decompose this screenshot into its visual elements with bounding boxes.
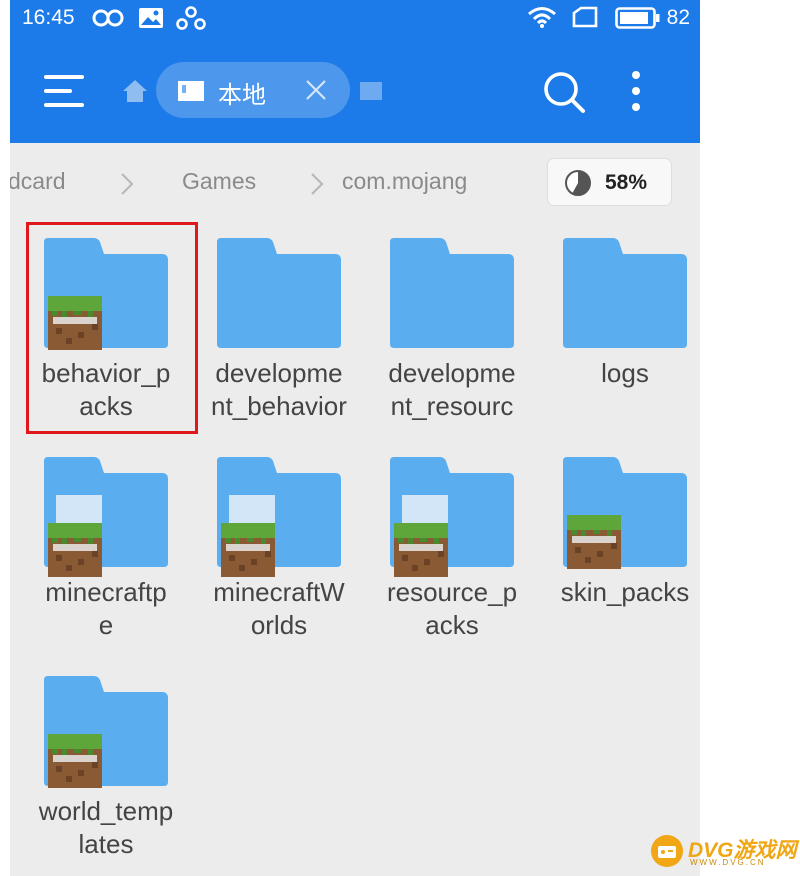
breadcrumb-games[interactable]: Games: [182, 168, 256, 195]
minecraft-grass-block-icon: [567, 515, 621, 569]
storage-usage-badge[interactable]: 58%: [547, 158, 672, 206]
folder-item[interactable]: skin_packs: [539, 457, 700, 657]
status-bar: 16:45 82: [10, 0, 700, 36]
tab-local[interactable]: 本地: [156, 62, 350, 118]
breadcrumb-sdcard[interactable]: dcard: [10, 168, 66, 195]
folder-item[interactable]: resource_p acks: [366, 457, 538, 657]
search-icon[interactable]: [542, 70, 586, 114]
breadcrumb-com-mojang[interactable]: com.mojang: [342, 168, 467, 195]
battery-icon: [615, 7, 660, 29]
selection-highlight-box: [26, 222, 198, 434]
next-tab-sd-icon[interactable]: [358, 80, 384, 102]
folder-name: developme nt_resourc: [388, 358, 516, 421]
folder-item[interactable]: world_temp lates: [20, 676, 192, 876]
folder-item[interactable]: logs: [539, 238, 700, 438]
minecraft-grass-block-icon: [221, 523, 275, 577]
folder-item[interactable]: minecraftW orlds: [193, 457, 365, 657]
watermark: DVG游戏网 WWW.DVG.CN: [646, 830, 800, 872]
folder-name: minecraftp e: [45, 577, 167, 640]
watermark-logo-icon: [651, 835, 683, 867]
folder-icon: [217, 238, 341, 348]
folder-name: logs: [601, 358, 649, 388]
more-options-icon[interactable]: [626, 70, 646, 114]
folder-name: resource_p acks: [386, 577, 518, 640]
hamburger-menu-icon[interactable]: [44, 72, 84, 110]
folder-name: developme nt_behavior: [211, 358, 347, 421]
phone-screen: 16:45 82 本地 dcard Games com.mojang 58% b…: [10, 0, 700, 876]
folder-name: skin_packs: [560, 577, 690, 607]
folder-icon: [390, 238, 514, 348]
gallery-icon: [139, 8, 163, 28]
share-nodes-icon: [176, 6, 206, 30]
storage-percent: 58%: [605, 171, 648, 194]
folder-name: minecraftW orlds: [213, 577, 345, 640]
link-icon: [92, 9, 124, 27]
folder-name: world_temp lates: [38, 796, 174, 859]
chevron-right-icon: [121, 173, 134, 195]
chevron-right-icon: [311, 173, 324, 195]
wifi-icon: [528, 7, 556, 28]
minecraft-grass-block-icon: [48, 734, 102, 788]
sd-card-icon: [178, 81, 204, 101]
top-app-bar: 16:45 82 本地: [10, 0, 700, 143]
screen-cast-icon: [572, 6, 598, 28]
folder-icon: [563, 238, 687, 348]
home-icon[interactable]: [122, 78, 148, 104]
battery-level: 82: [666, 6, 690, 29]
status-time: 16:45: [22, 6, 75, 29]
folder-item[interactable]: developme nt_resourc: [366, 238, 538, 438]
tab-local-label: 本地: [218, 81, 266, 109]
storage-pie-icon: [565, 170, 591, 196]
folder-item[interactable]: minecraftp e: [20, 457, 192, 657]
minecraft-grass-block-icon: [394, 523, 448, 577]
folder-item[interactable]: developme nt_behavior: [193, 238, 365, 438]
close-tab-icon[interactable]: [304, 78, 328, 102]
minecraft-grass-block-icon: [48, 523, 102, 577]
watermark-subtext: WWW.DVG.CN: [690, 858, 766, 867]
